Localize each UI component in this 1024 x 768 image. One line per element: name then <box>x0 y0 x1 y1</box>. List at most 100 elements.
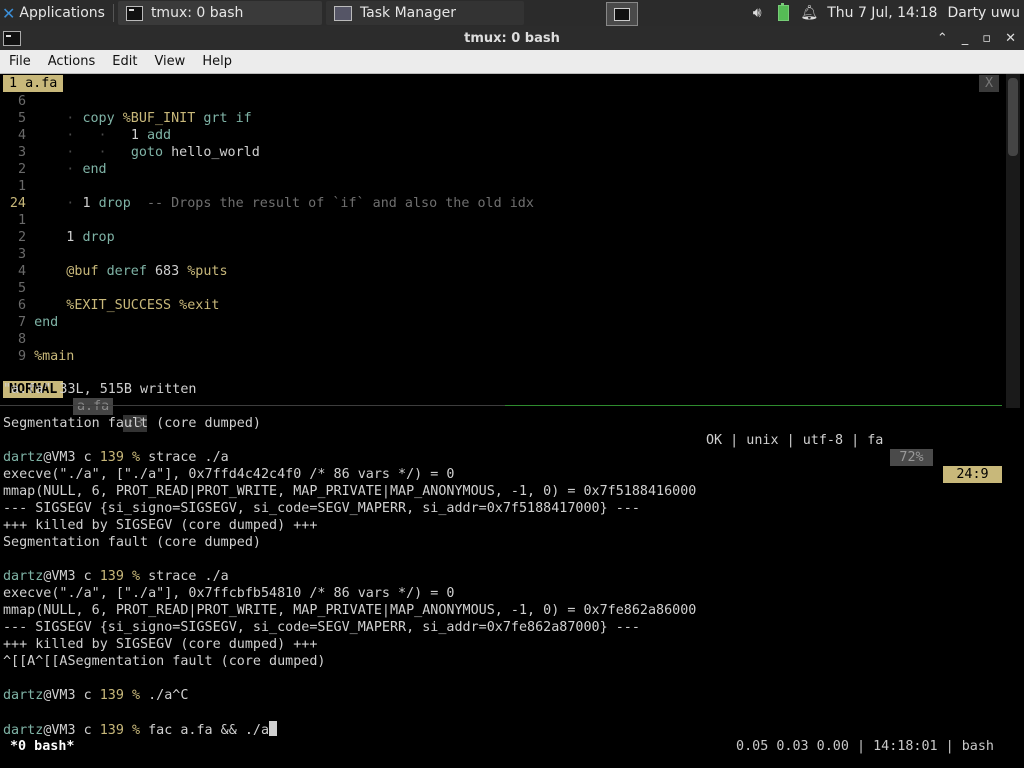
code-token: · · <box>34 145 131 160</box>
prompt-exit-code: 139 % <box>99 450 149 465</box>
terminal[interactable]: 1 a.fa X 6 5 · copy %BUF_INIT grt if 4 · … <box>0 74 1024 768</box>
battery-icon[interactable] <box>775 3 791 21</box>
line-number: 1 <box>17 213 26 228</box>
vim-line[interactable]: 5 <box>0 280 34 297</box>
tmux-statusbar: *0 bash* 0.05 0.03 0.00 | 14:18:01 | bas… <box>0 736 1024 758</box>
line-number: 3 <box>17 247 26 262</box>
code-token: grt if <box>203 111 252 126</box>
clock[interactable]: Thu 7 Jul, 14:18 <box>827 5 937 21</box>
vim-line[interactable]: 3 · · goto hello_world <box>0 144 260 161</box>
prompt-user: dartz <box>3 569 44 584</box>
code-token: copy <box>82 111 123 126</box>
line-number: 1 <box>17 179 26 194</box>
vim-line[interactable]: 1 <box>0 178 34 195</box>
menu-view[interactable]: View <box>145 54 193 69</box>
vim-tabline: 1 a.fa X <box>0 75 1002 92</box>
close-icon[interactable]: ✕ <box>1005 31 1016 46</box>
vim-line[interactable]: 6 <box>0 93 34 110</box>
window-titlebar[interactable]: tmux: 0 bash ⌃ _ ▫ ✕ <box>0 26 1024 50</box>
code-token: 1 <box>130 128 147 143</box>
tmux-pane-divider[interactable] <box>0 405 1002 406</box>
system-tray: 🔊︎ 🔔︎ Thu 7 Jul, 14:18 Darty uwu <box>749 0 1024 26</box>
line-number: 5 <box>17 281 26 296</box>
prompt-user: dartz <box>3 688 44 703</box>
shell-output-line: execve("./a", ["./a"], 0x7ffd4c42c4f0 /*… <box>3 467 455 482</box>
prompt-user: dartz <box>3 450 44 465</box>
vim-cursor-position: 24:9 <box>943 466 1002 483</box>
code-token: deref <box>106 264 155 279</box>
menu-file[interactable]: File <box>0 54 39 69</box>
line-number: 2 <box>17 230 26 245</box>
taskbar-item-task-manager[interactable]: Task Manager <box>325 1 524 25</box>
line-number: 3 <box>17 145 26 160</box>
code-token: @buf <box>34 264 107 279</box>
code-token: drop <box>82 230 115 245</box>
code-token: 1 <box>34 230 83 245</box>
vim-line[interactable]: 2 1 drop <box>0 229 115 246</box>
line-number: 2 <box>17 162 26 177</box>
top-panel: ✕ Applications tmux: 0 bash Task Manager… <box>0 0 1024 26</box>
line-number: 6 <box>17 298 26 313</box>
code-token: · <box>34 162 83 177</box>
scrollbar-thumb[interactable] <box>1008 78 1018 156</box>
vim-filename: a.fa <box>73 398 114 415</box>
maximize-icon[interactable]: ▫ <box>982 31 991 46</box>
vim-encoding: OK | unix | utf-8 | fa <box>706 433 884 448</box>
tmux-status-right: 0.05 0.03 0.00 | 14:18:01 | bash <box>736 739 994 754</box>
vim-line[interactable]: 9 %main <box>0 348 74 365</box>
line-number: 5 <box>17 111 26 126</box>
vim-percent: 72% <box>890 449 933 466</box>
shell-prompt-line: dartz@VM3 c 139 % strace ./a <box>3 449 229 466</box>
workspace-switcher[interactable] <box>606 2 638 26</box>
code-token: %puts <box>187 264 228 279</box>
notification-bell-icon[interactable]: 🔔︎ <box>800 5 818 21</box>
vim-message: "a.fa" 33L, 515B written <box>3 382 197 397</box>
workspace-thumbnail-icon <box>614 7 630 21</box>
code-token: goto <box>130 145 172 160</box>
vim-tab-current[interactable]: 1 a.fa <box>3 75 64 92</box>
applications-menu[interactable]: ✕ Applications <box>0 0 109 26</box>
shell-output-line: mmap(NULL, 6, PROT_READ|PROT_WRITE, MAP_… <box>3 484 697 499</box>
shell-command: ./a^C <box>148 688 189 703</box>
shell-prompt-line: dartz@VM3 c 139 % strace ./a <box>3 568 229 585</box>
prompt-host: @VM3 c <box>43 569 100 584</box>
menu-edit[interactable]: Edit <box>103 54 145 69</box>
code-token: add <box>146 128 172 143</box>
prompt-host: @VM3 c <box>43 450 100 465</box>
line-number: 9 <box>17 349 26 364</box>
vim-tab-close[interactable]: X <box>979 75 999 92</box>
vim-line[interactable]: 2 · end <box>0 161 107 178</box>
vim-line[interactable]: 4 @buf deref 683 %puts <box>0 263 228 280</box>
vim-line[interactable]: 3 <box>0 246 34 263</box>
vim-line[interactable]: 24 · 1 drop -- Drops the result of `if` … <box>0 195 534 212</box>
terminal-scrollbar[interactable] <box>1006 74 1020 408</box>
window-terminal-icon[interactable] <box>3 30 21 46</box>
shell-output-line: --- SIGSEGV {si_signo=SIGSEGV, si_code=S… <box>3 620 640 635</box>
tmux-window-tab[interactable]: *0 bash* <box>10 736 75 758</box>
vim-line[interactable]: 4 · · 1 add <box>0 127 171 144</box>
user-name[interactable]: Darty uwu <box>947 5 1020 21</box>
taskbar-item-tmux[interactable]: tmux: 0 bash <box>117 1 322 25</box>
prompt-exit-code: 139 % <box>99 688 149 703</box>
vim-line[interactable]: 7 end <box>0 314 58 331</box>
code-token: %main <box>34 349 75 364</box>
code-token: 1 <box>82 196 99 211</box>
vim-line[interactable]: 8 <box>0 331 34 348</box>
shell-output-line: mmap(NULL, 6, PROT_READ|PROT_WRITE, MAP_… <box>3 603 697 618</box>
minimize-icon[interactable]: _ <box>962 31 969 46</box>
menu-actions[interactable]: Actions <box>39 54 104 69</box>
code-token: · <box>34 111 83 126</box>
vim-line[interactable]: 6 %EXIT_SUCCESS %exit <box>0 297 220 314</box>
code-token: end <box>34 315 59 330</box>
code-token: 683 <box>155 264 188 279</box>
vim-line[interactable]: 5 · copy %BUF_INIT grt if <box>0 110 252 127</box>
shell-output-line: +++ killed by SIGSEGV (core dumped) +++ <box>3 518 318 533</box>
xfce-logo-icon: ✕ <box>2 3 16 23</box>
shell-command: strace ./a <box>148 569 229 584</box>
shade-window-icon[interactable]: ⌃ <box>937 31 948 46</box>
shell-output-line: Segmentation fault (core dumped) <box>3 535 261 550</box>
menu-help[interactable]: Help <box>193 54 240 69</box>
task-manager-icon <box>333 5 352 21</box>
volume-icon[interactable]: 🔊︎ <box>749 5 765 21</box>
vim-line[interactable]: 1 <box>0 212 34 229</box>
